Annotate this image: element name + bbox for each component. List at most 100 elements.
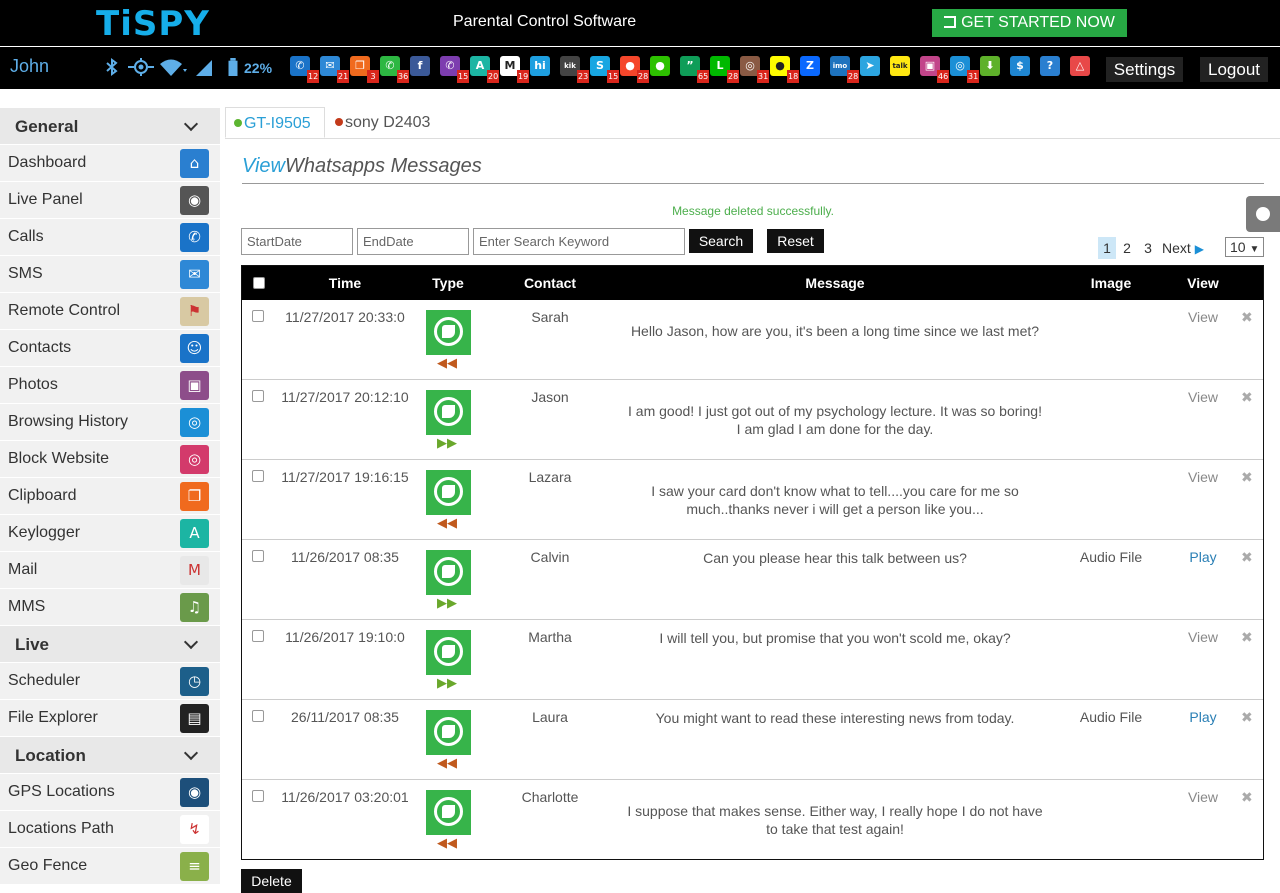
next-label: Next <box>1162 240 1191 256</box>
hike-icon[interactable]: hi <box>530 56 550 76</box>
close-icon[interactable]: ✖ <box>1241 390 1253 406</box>
row-checkbox[interactable] <box>252 550 264 562</box>
row-checkbox[interactable] <box>252 310 264 322</box>
sidebar-item-mail[interactable]: Mail M <box>0 552 220 589</box>
sidebar-item-locations-path[interactable]: Locations Path ↯ <box>0 811 220 848</box>
get-started-button[interactable]: GET STARTED NOW <box>932 9 1127 37</box>
play-link[interactable]: Play <box>1162 709 1244 725</box>
row-checkbox[interactable] <box>252 710 264 722</box>
download-icon[interactable]: ⬇ <box>980 56 1000 76</box>
help-icon[interactable]: ? <box>1040 56 1060 76</box>
sidebar-item-browsing-history[interactable]: Browsing History ◎ <box>0 404 220 441</box>
tab-device-sony-d2403[interactable]: sony D2403 <box>327 107 438 138</box>
sidebar-item-live-panel[interactable]: Live Panel ◉ <box>0 182 220 219</box>
contacts-icon: ☺ <box>180 334 209 363</box>
app-icon-bar: John 22% ✆ 12 ✉ 21 ❐ 3 ✆ 36 f ✆ 15 A 20 M 19 hi kik 23 S 15… <box>0 47 1280 89</box>
sidebar-section-live[interactable]: Live <box>0 626 220 663</box>
search-button[interactable]: Search <box>689 229 753 253</box>
notification-count-badge: 18 <box>787 70 800 83</box>
map-pin-icon: ⚑ <box>180 297 209 326</box>
sidebar-item-keylogger[interactable]: Keylogger A <box>0 515 220 552</box>
row-checkbox[interactable] <box>252 390 264 402</box>
close-icon[interactable]: ✖ <box>1241 310 1253 326</box>
table-row: 11/26/2017 19:10:0 ▶▶ Martha I will tell yo… <box>242 620 1263 700</box>
battery-icon <box>228 58 238 76</box>
select-all-checkbox[interactable] <box>253 277 265 289</box>
sidebar-item-mms[interactable]: MMS ♫ <box>0 589 220 626</box>
play-link[interactable]: Play <box>1162 549 1244 565</box>
next-page-link[interactable]: Next ▶ <box>1162 237 1208 259</box>
close-icon[interactable]: ✖ <box>1241 790 1253 806</box>
side-settings-tab[interactable] <box>1246 196 1280 232</box>
wechat-icon[interactable]: ● <box>650 56 670 76</box>
notification-count-badge: 28 <box>727 70 740 83</box>
notification-count-badge: 20 <box>487 70 500 83</box>
next-arrow-icon: ▶ <box>1194 242 1204 256</box>
sidebar-section-location[interactable]: Location <box>0 737 220 774</box>
alert-icon[interactable]: △ <box>1070 56 1090 76</box>
whatsapp-icon <box>426 470 471 515</box>
sidebar-item-gps-locations[interactable]: GPS Locations ◉ <box>0 774 220 811</box>
close-icon[interactable]: ✖ <box>1241 470 1253 486</box>
delete-button[interactable]: Delete <box>241 869 302 893</box>
sidebar-item-label: File Explorer <box>8 709 98 726</box>
page-1[interactable]: 1 <box>1098 237 1116 259</box>
sidebar-item-sms[interactable]: SMS ✉ <box>0 256 220 293</box>
block-globe-icon: ◎ <box>180 445 209 474</box>
view-link[interactable]: View <box>1162 629 1244 645</box>
username: John <box>10 56 50 76</box>
sidebar-section-general[interactable]: General <box>0 108 220 145</box>
dollar-icon[interactable]: $ <box>1010 56 1030 76</box>
clipboard-icon: ❐ <box>180 482 209 511</box>
incoming-arrow-icon: ◀◀ <box>437 516 457 531</box>
page-2[interactable]: 2 <box>1120 237 1134 259</box>
view-link[interactable]: View <box>1162 309 1244 325</box>
row-checkbox[interactable] <box>252 790 264 802</box>
row-checkbox[interactable] <box>252 630 264 642</box>
sidebar-item-photos[interactable]: Photos ▣ <box>0 367 220 404</box>
zalo-icon[interactable]: Z <box>800 56 820 76</box>
close-icon[interactable]: ✖ <box>1241 630 1253 646</box>
end-date-input[interactable] <box>357 228 469 255</box>
view-link[interactable]: View <box>1162 389 1244 405</box>
sidebar-item-label: Mail <box>8 561 38 578</box>
reset-button[interactable]: Reset <box>767 229 824 253</box>
sidebar-item-remote-control[interactable]: Remote Control ⚑ <box>0 293 220 330</box>
chevron-down-icon <box>183 116 199 132</box>
sidebar-item-label: Clipboard <box>8 487 77 504</box>
sidebar-item-scheduler[interactable]: Scheduler ◷ <box>0 663 220 700</box>
sidebar-item-contacts[interactable]: Contacts ☺ <box>0 330 220 367</box>
success-message: Message deleted successfully. <box>672 204 834 218</box>
home-icon: ⌂ <box>180 149 209 178</box>
notification-count-badge: 46 <box>937 70 950 83</box>
logout-button[interactable]: Logout <box>1200 57 1268 82</box>
sidebar-item-dashboard[interactable]: Dashboard ⌂ <box>0 145 220 182</box>
per-page-select[interactable]: 10 ▼ <box>1225 237 1264 257</box>
settings-button[interactable]: Settings <box>1106 57 1183 82</box>
search-keyword-input[interactable] <box>473 228 685 255</box>
kakaotalk-icon[interactable]: talk <box>890 56 910 76</box>
view-link[interactable]: View <box>1162 469 1244 485</box>
battery-percent: 22% <box>244 60 273 76</box>
envelope-icon: ✉ <box>180 260 209 289</box>
facebook-icon[interactable]: f <box>410 56 430 76</box>
close-icon[interactable]: ✖ <box>1241 550 1253 566</box>
tispy-logo[interactable]: TiSPY <box>96 4 210 44</box>
view-link[interactable]: View <box>1162 789 1244 805</box>
incoming-arrow-icon: ◀◀ <box>437 356 457 371</box>
close-icon[interactable]: ✖ <box>1241 710 1253 726</box>
sidebar-item-clipboard[interactable]: Clipboard ❐ <box>0 478 220 515</box>
start-date-input[interactable] <box>241 228 353 255</box>
sidebar-item-calls[interactable]: Calls ✆ <box>0 219 220 256</box>
gmail-icon: M <box>180 556 209 585</box>
whatsapp-icon <box>426 390 471 435</box>
sidebar-item-file-explorer[interactable]: File Explorer ▤ <box>0 700 220 737</box>
message-time: 11/26/2017 03:20:01 <box>281 789 409 805</box>
page-3[interactable]: 3 <box>1141 237 1155 259</box>
sidebar-item-block-website[interactable]: Block Website ◎ <box>0 441 220 478</box>
tab-divider <box>225 138 1280 139</box>
telegram-icon[interactable]: ➤ <box>860 56 880 76</box>
row-checkbox[interactable] <box>252 470 264 482</box>
sidebar-item-geo-fence[interactable]: Geo Fence ≡ <box>0 848 220 885</box>
tab-device-gt-i9505[interactable]: GT-I9505 <box>225 107 325 138</box>
